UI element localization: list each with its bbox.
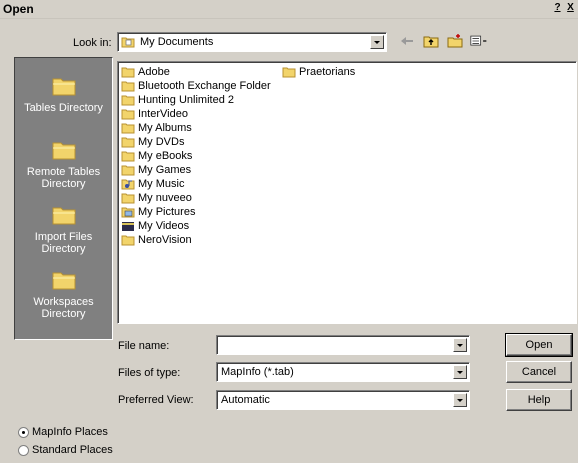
folder-icon xyxy=(121,109,135,120)
close-title-button[interactable]: X xyxy=(565,2,576,14)
radio-mapinfo-places[interactable]: MapInfo Places xyxy=(18,426,108,438)
radio-label: Standard Places xyxy=(32,444,113,456)
preferred-view-value: Automatic xyxy=(221,394,270,406)
place-tables-directory[interactable]: Tables Directory xyxy=(15,75,112,114)
folder-icon xyxy=(121,81,135,92)
radio-dot[interactable] xyxy=(18,444,29,456)
new-folder-icon[interactable] xyxy=(446,32,464,50)
radio-standard-places[interactable]: Standard Places xyxy=(18,444,113,456)
place-label: Workspaces Directory xyxy=(33,296,94,320)
list-item[interactable]: InterVideo xyxy=(121,107,188,121)
folder-icon xyxy=(121,165,135,176)
list-item[interactable]: My Pictures xyxy=(121,205,195,219)
list-item[interactable]: My Videos xyxy=(121,219,189,233)
file-name-label: File name: xyxy=(118,340,170,352)
file-type-label: Files of type: xyxy=(118,367,181,379)
list-item[interactable]: My Albums xyxy=(121,121,192,135)
folder-icon xyxy=(121,137,135,148)
list-item[interactable]: My Games xyxy=(121,163,191,177)
up-folder-icon[interactable] xyxy=(422,32,440,50)
folder-icon xyxy=(52,272,75,290)
file-type-dropdown[interactable]: MapInfo (*.tab) xyxy=(216,362,470,382)
places-bar: Tables Directory Remote Tables Directory… xyxy=(14,57,113,340)
folder-icon xyxy=(121,123,135,134)
help-button[interactable]: Help xyxy=(506,389,572,411)
folder-icon xyxy=(121,95,135,106)
look-in-dropdown[interactable]: My Documents xyxy=(117,32,387,52)
window-title: Open xyxy=(3,2,34,16)
my-documents-icon xyxy=(121,37,135,48)
place-label: Remote Tables Directory xyxy=(26,166,101,190)
chevron-down-icon[interactable] xyxy=(453,338,467,352)
list-item[interactable]: Hunting Unlimited 2 xyxy=(121,93,234,107)
folder-icon xyxy=(52,78,75,96)
list-item[interactable]: My eBooks xyxy=(121,149,192,163)
open-button[interactable]: Open xyxy=(505,333,573,357)
place-remote-tables-directory[interactable]: Remote Tables Directory xyxy=(15,139,112,190)
title-buttons: ? X xyxy=(552,2,576,14)
list-item[interactable]: Adobe xyxy=(121,65,170,79)
place-label: Tables Directory xyxy=(24,102,103,114)
title-bar: Open ? X xyxy=(0,0,578,19)
folder-icon xyxy=(121,193,135,204)
place-label: Import Files Directory xyxy=(34,231,93,255)
place-workspaces-directory[interactable]: Workspaces Directory xyxy=(15,269,112,320)
radio-label: MapInfo Places xyxy=(32,426,108,438)
look-in-label: Look in: xyxy=(73,37,112,49)
preferred-view-dropdown[interactable]: Automatic xyxy=(216,390,470,410)
radio-dot[interactable] xyxy=(18,426,29,438)
back-arrow-icon[interactable] xyxy=(398,32,416,50)
list-item[interactable]: My Music xyxy=(121,177,184,191)
list-item[interactable]: NeroVision xyxy=(121,233,192,247)
chevron-down-icon[interactable] xyxy=(453,365,467,379)
look-in-value: My Documents xyxy=(140,36,214,48)
help-title-button[interactable]: ? xyxy=(552,2,563,14)
list-item[interactable]: Praetorians xyxy=(282,65,355,79)
folder-icon xyxy=(121,67,135,78)
list-item[interactable]: My nuveeo xyxy=(121,191,192,205)
folder-icon xyxy=(121,235,135,246)
file-name-field[interactable] xyxy=(216,335,470,355)
folder-icon xyxy=(52,142,75,160)
pictures-folder-icon xyxy=(121,207,135,218)
list-item[interactable]: My DVDs xyxy=(121,135,184,149)
views-menu-icon[interactable] xyxy=(470,32,488,50)
file-type-value: MapInfo (*.tab) xyxy=(221,366,294,378)
folder-icon xyxy=(121,151,135,162)
preferred-view-label: Preferred View: xyxy=(118,394,194,406)
file-list[interactable]: Adobe Bluetooth Exchange Folder Hunting … xyxy=(117,61,577,324)
list-item[interactable]: Bluetooth Exchange Folder xyxy=(121,79,271,93)
videos-folder-icon xyxy=(122,222,134,231)
chevron-down-icon[interactable] xyxy=(453,393,467,407)
place-import-files-directory[interactable]: Import Files Directory xyxy=(15,204,112,255)
folder-icon xyxy=(52,207,75,225)
toolbar xyxy=(398,32,488,50)
cancel-button[interactable]: Cancel xyxy=(506,361,572,383)
folder-icon xyxy=(282,67,296,78)
chevron-down-icon[interactable] xyxy=(370,35,384,49)
music-folder-icon xyxy=(121,179,135,190)
